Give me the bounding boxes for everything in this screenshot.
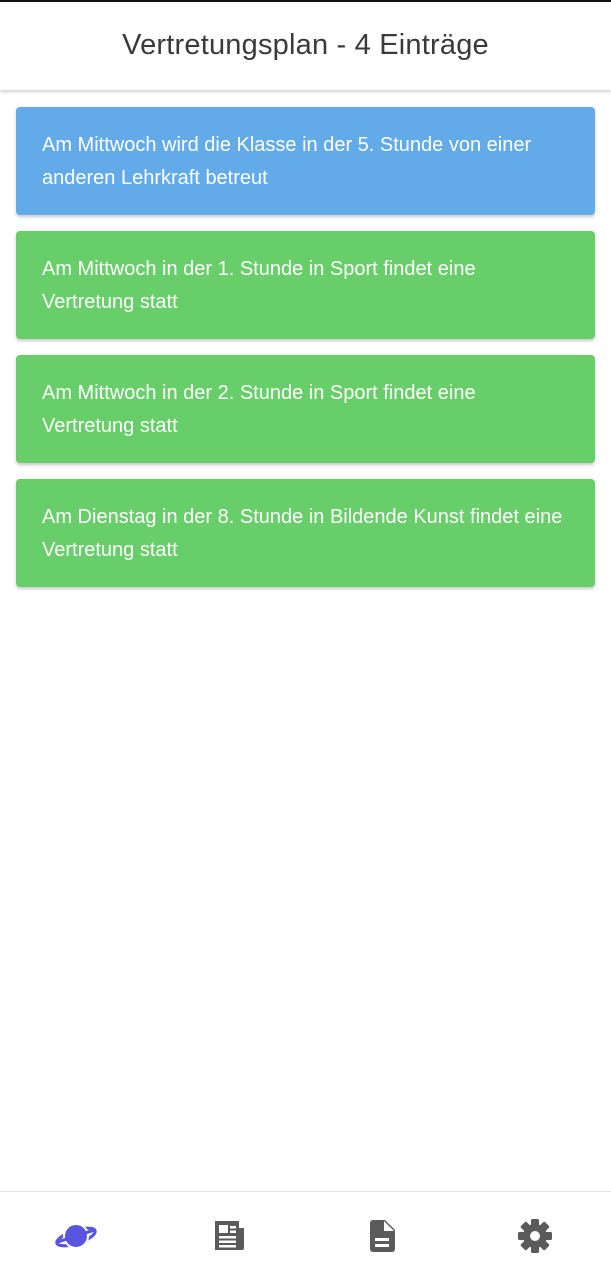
- newspaper-icon: [215, 1220, 245, 1250]
- gear-icon: [517, 1218, 552, 1253]
- nav-item-settings[interactable]: [458, 1192, 611, 1281]
- entry-text: Am Mittwoch in der 2. Stunde in Sport fi…: [42, 382, 476, 437]
- planet-icon: [55, 1222, 98, 1249]
- entry-text: Am Mittwoch in der 1. Stunde in Sport fi…: [42, 258, 476, 313]
- substitution-entry[interactable]: Am Dienstag in der 8. Stunde in Bildende…: [16, 479, 595, 587]
- bottom-navigation: [0, 1191, 611, 1281]
- page-title: Vertretungsplan - 4 Einträge: [122, 28, 489, 61]
- app-header: Vertretungsplan - 4 Einträge: [0, 2, 611, 90]
- substitution-entry[interactable]: Am Mittwoch in der 2. Stunde in Sport fi…: [16, 355, 595, 463]
- substitution-entry[interactable]: Am Mittwoch in der 1. Stunde in Sport fi…: [16, 231, 595, 339]
- substitution-list: Am Mittwoch wird die Klasse in der 5. St…: [16, 107, 595, 603]
- nav-item-news[interactable]: [153, 1192, 306, 1281]
- document-icon: [369, 1219, 395, 1252]
- entry-text: Am Mittwoch wird die Klasse in der 5. St…: [42, 134, 532, 189]
- nav-item-plan[interactable]: [0, 1192, 153, 1281]
- substitution-entry[interactable]: Am Mittwoch wird die Klasse in der 5. St…: [16, 107, 595, 215]
- entry-text: Am Dienstag in der 8. Stunde in Bildende…: [42, 506, 563, 561]
- nav-item-documents[interactable]: [306, 1192, 459, 1281]
